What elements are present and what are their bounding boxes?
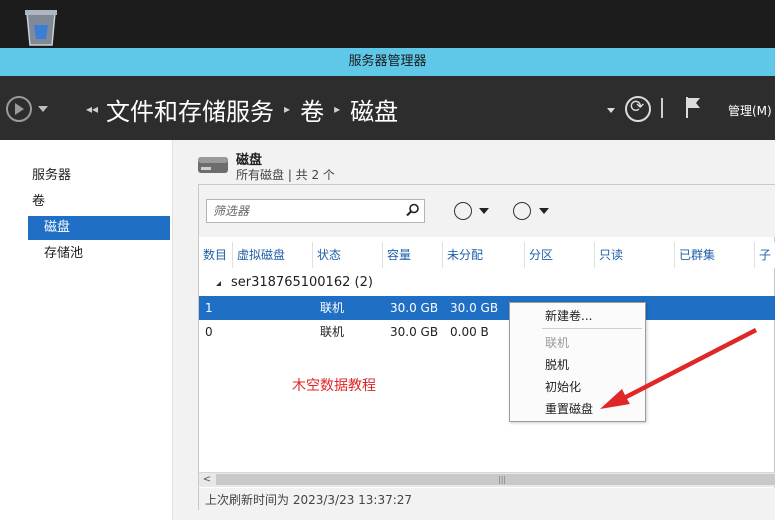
- cell-status: 联机: [320, 325, 345, 339]
- cell-unallocated: 30.0 GB: [450, 301, 499, 315]
- column-header[interactable]: 虚拟磁盘: [233, 242, 313, 268]
- cell-number: 1: [205, 301, 213, 315]
- sidebar-item-disks[interactable]: 磁盘: [28, 216, 170, 240]
- cell-unallocated: 0.00 B: [450, 325, 489, 339]
- cell-number: 0: [205, 325, 213, 339]
- chevron-down-icon[interactable]: [607, 108, 615, 113]
- desktop-background: [0, 0, 775, 48]
- header-bar: ◂◂ 文件和存储服务 ▸ 卷 ▸ 磁盘 管理(M): [0, 76, 775, 140]
- scrollbar-thumb[interactable]: [216, 474, 775, 485]
- window-title: 服务器管理器: [0, 48, 775, 76]
- column-header[interactable]: 状态: [313, 242, 383, 268]
- recycle-bin-icon[interactable]: [22, 7, 60, 47]
- section-subtitle: 所有磁盘 | 共 2 个: [236, 168, 335, 182]
- breadcrumb-item[interactable]: 卷: [300, 92, 324, 127]
- scroll-left-icon[interactable]: <: [200, 473, 214, 487]
- group-collapse-icon[interactable]: [213, 281, 221, 286]
- column-header[interactable]: 未分配: [443, 242, 525, 268]
- cell-capacity: 30.0 GB: [390, 325, 439, 339]
- watermark-text: 木空数据教程: [292, 378, 376, 394]
- manage-menu[interactable]: 管理(M): [728, 102, 772, 119]
- sidebar: 服务器 卷 磁盘 存储池: [0, 140, 172, 520]
- column-header[interactable]: 子: [755, 242, 775, 268]
- disk-icon: [198, 157, 228, 173]
- column-header[interactable]: 数目: [199, 242, 233, 268]
- filter-field[interactable]: [206, 199, 425, 223]
- table-header: 数目 虚拟磁盘 状态 容量 未分配 分区 只读 已群集 子: [199, 242, 775, 268]
- search-icon[interactable]: [406, 203, 420, 217]
- chevron-down-icon[interactable]: [479, 208, 489, 214]
- last-refresh-time: 上次刷新时间为 2023/3/23 13:37:27: [205, 493, 413, 507]
- group-header[interactable]: ser318765100162 (2): [231, 275, 373, 290]
- list-options-icon[interactable]: [454, 202, 472, 220]
- breadcrumb-item[interactable]: 文件和存储服务: [106, 92, 274, 127]
- cell-capacity: 30.0 GB: [390, 301, 439, 315]
- chevron-down-icon[interactable]: [38, 106, 48, 112]
- breadcrumb: ◂◂ 文件和存储服务 ▸ 卷 ▸ 磁盘: [86, 92, 398, 126]
- breadcrumb-separator: ▸: [284, 102, 291, 116]
- column-header[interactable]: 分区: [525, 242, 595, 268]
- column-header[interactable]: 只读: [595, 242, 675, 268]
- red-arrow-annotation: [600, 328, 757, 409]
- refresh-icon[interactable]: [625, 96, 651, 122]
- divider: [661, 98, 663, 118]
- flag-icon[interactable]: [685, 96, 701, 118]
- sidebar-item-storage-pools[interactable]: 存储池: [28, 242, 170, 266]
- filter-input[interactable]: [211, 201, 401, 221]
- sidebar-item-servers[interactable]: 服务器: [28, 164, 170, 188]
- chevron-down-icon[interactable]: [539, 208, 549, 214]
- back-arrow-icon[interactable]: [6, 96, 32, 122]
- save-options-icon[interactable]: [513, 202, 531, 220]
- column-header[interactable]: 已群集: [675, 242, 755, 268]
- sidebar-item-volumes[interactable]: 卷: [28, 190, 170, 214]
- scrollbar-grip-icon: |||: [498, 475, 507, 484]
- breadcrumb-separator: ▸: [334, 102, 341, 116]
- table-row[interactable]: 1 联机 30.0 GB 30.0 GB: [199, 296, 775, 320]
- breadcrumb-lead: ◂◂: [86, 102, 99, 116]
- breadcrumb-item: 磁盘: [350, 97, 399, 126]
- menu-item-new-volume[interactable]: 新建卷...: [545, 306, 645, 326]
- cell-status: 联机: [320, 301, 345, 315]
- column-header[interactable]: 容量: [383, 242, 443, 268]
